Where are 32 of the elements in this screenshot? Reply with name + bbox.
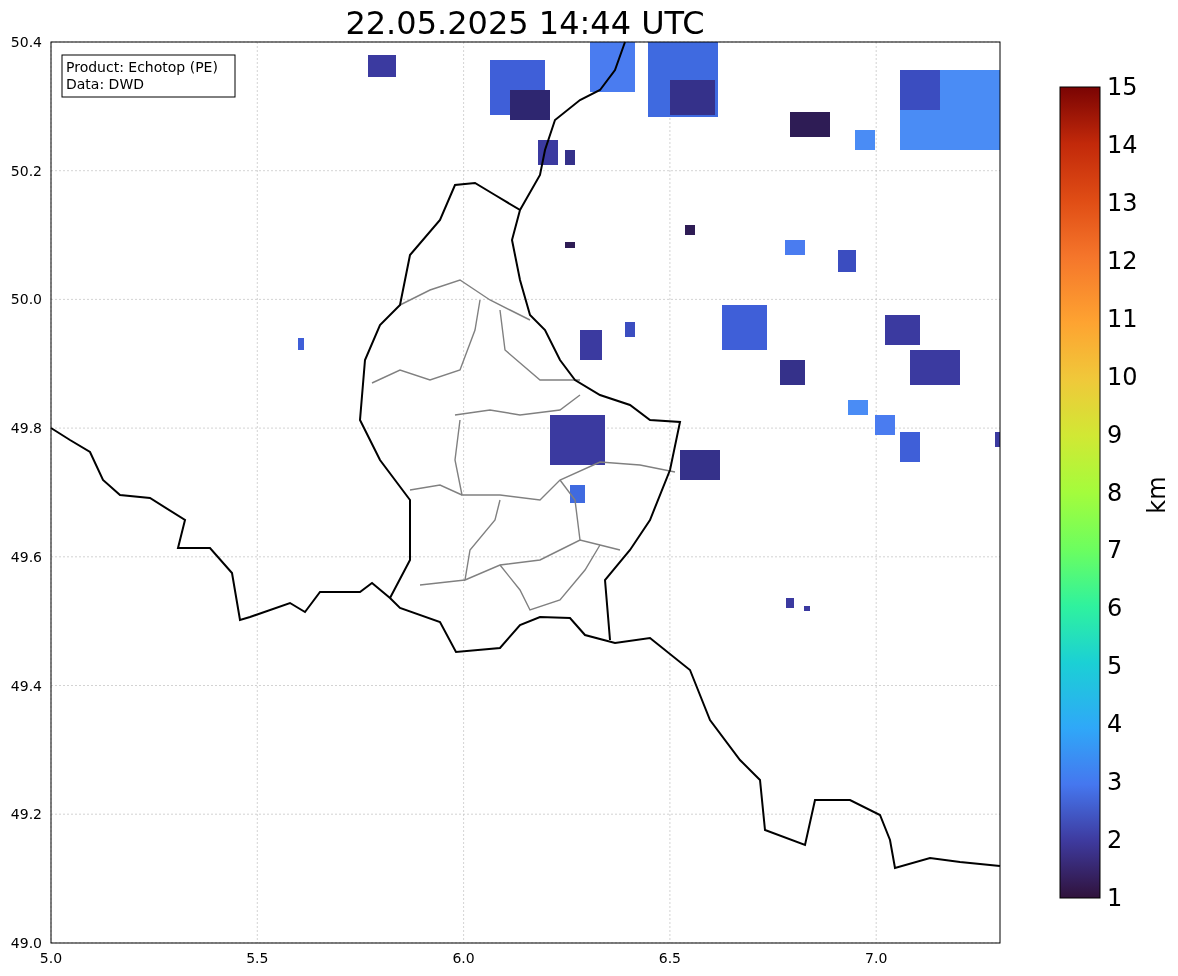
y-tick-label: 49.6 <box>10 548 42 565</box>
y-tick-label: 49.8 <box>10 420 42 437</box>
colorbar-tick-label: 2 <box>1107 826 1123 855</box>
x-tick-label: 6.5 <box>658 950 682 966</box>
chart-title: 22.05.2025 14:44 UTC <box>345 4 705 42</box>
y-tick-label: 49.2 <box>10 806 42 823</box>
colorbar-tick-label: 15 <box>1107 73 1138 101</box>
y-tick-label: 50.2 <box>10 162 42 179</box>
x-tick-label: 5.5 <box>246 950 269 966</box>
colorbar-tick-label: 12 <box>1107 246 1138 275</box>
x-tick-label: 6.0 <box>452 950 475 966</box>
colorbar-tick-label: 8 <box>1107 478 1123 507</box>
colorbar-tick-label: 5 <box>1107 652 1123 681</box>
x-tick-label: 7.0 <box>865 950 888 966</box>
y-tick-label: 49.0 <box>10 934 42 951</box>
x-tick-label: 5.0 <box>39 950 63 966</box>
colorbar-tick-label: 13 <box>1107 188 1138 217</box>
colorbar-tick-label: 14 <box>1107 130 1138 159</box>
colorbar-tick-label: 1 <box>1107 884 1123 912</box>
colorbar-label: km <box>1143 476 1171 514</box>
colorbar-tick-label: 6 <box>1107 594 1123 623</box>
colorbar-tick-label: 3 <box>1107 768 1123 797</box>
colorbar-tick-label: 11 <box>1107 304 1138 333</box>
colorbar-tick-label: 7 <box>1107 536 1123 565</box>
colorbar-tick-label: 4 <box>1107 710 1123 739</box>
legend-text: Product: Echotop (PE) <box>66 59 218 75</box>
y-tick-label: 49.4 <box>10 677 42 694</box>
legend-text: Data: DWD <box>66 76 144 92</box>
y-tick-label: 50.0 <box>10 291 42 308</box>
y-tick-label: 50.4 <box>10 34 42 50</box>
colorbar-tick-label: 9 <box>1107 420 1123 449</box>
colorbar-tick-label: 10 <box>1107 362 1138 391</box>
